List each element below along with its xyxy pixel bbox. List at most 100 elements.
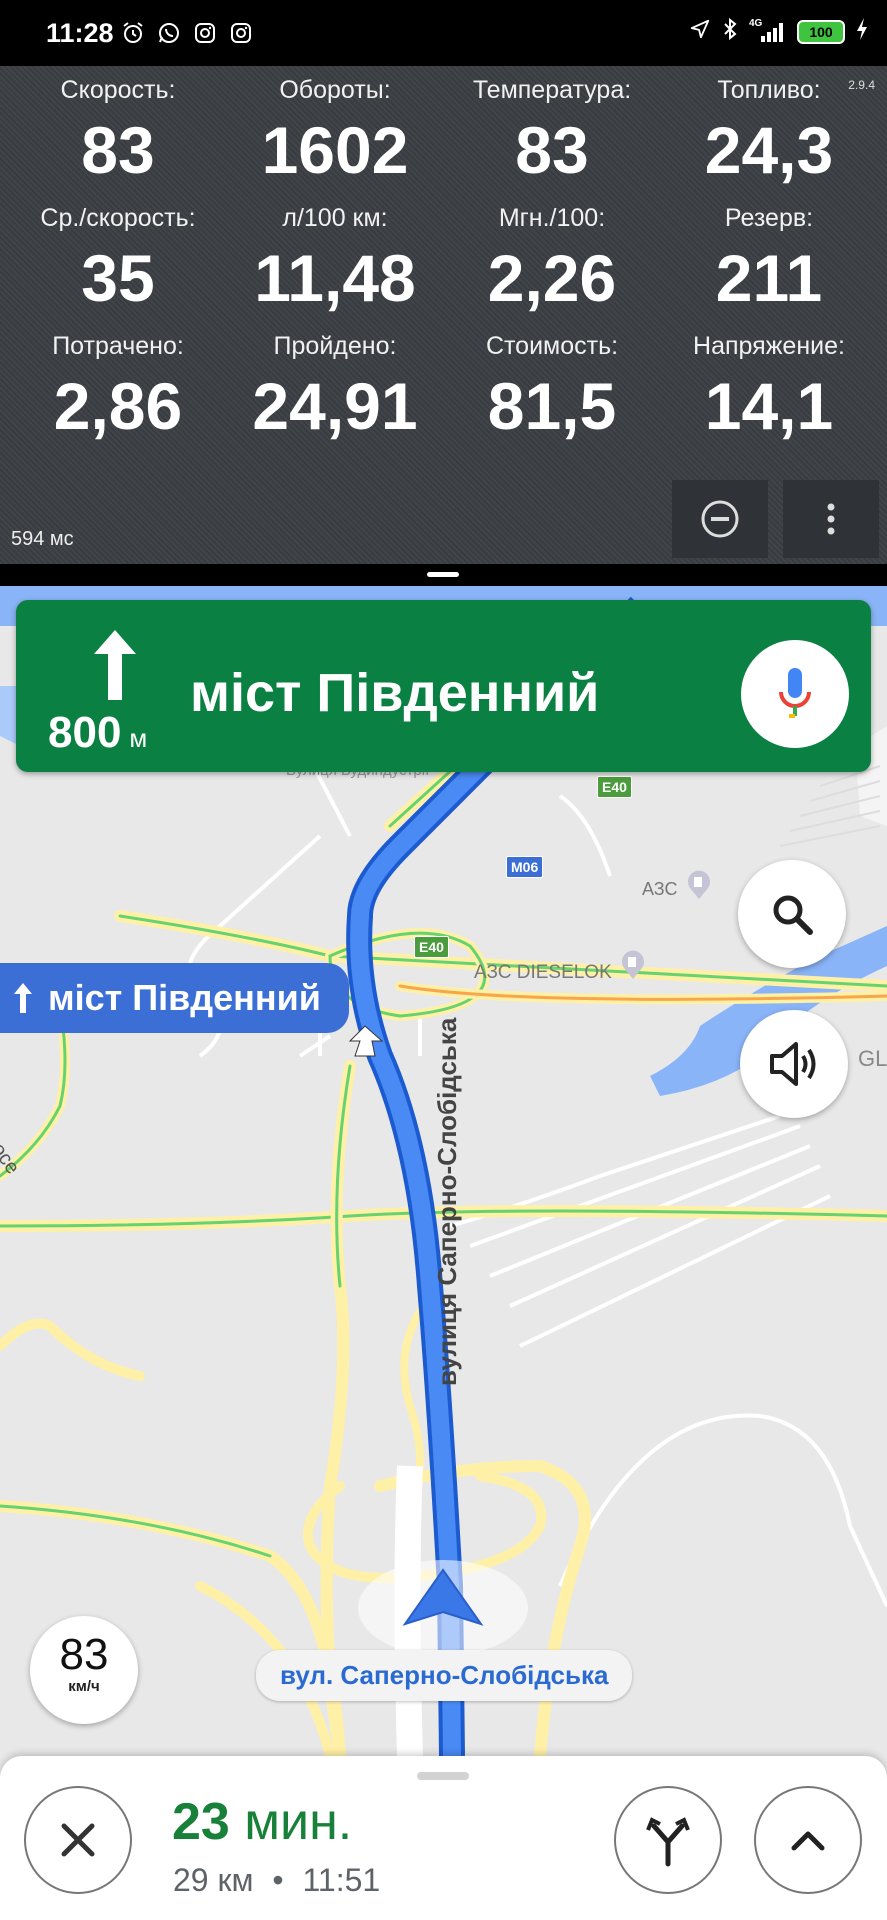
turn-distance: 800 м [48,708,147,758]
route-label-text: міст Південний [48,977,321,1018]
metric-voltage[interactable]: Напряжение: 14,1 [658,332,880,439]
metric-speed[interactable]: Скорость: 83 [7,76,229,183]
metric-value: 2,86 [53,369,183,443]
trip-separator: • [272,1862,284,1898]
metric-rpm[interactable]: Обороты: 1602 [224,76,446,183]
gas-station-icon[interactable] [620,950,646,980]
metric-label: Ср./скорость: [40,204,196,232]
road-shield: E40 [414,936,449,958]
expand-sheet-button[interactable] [754,1786,862,1894]
instagram-icon [192,20,218,46]
poi-label[interactable]: АЗС [642,879,677,900]
eta-value: 23 [172,1793,230,1851]
route-label-chip[interactable]: міст Південний [0,963,349,1033]
distance-unit: м [129,723,148,753]
voice-search-button[interactable] [741,640,849,748]
metric-fuel-used[interactable]: Потрачено: 2,86 [7,332,229,439]
poi-label[interactable]: АЗС DIESELOK [474,962,612,984]
instagram-icon [228,20,254,46]
metric-value: 211 [715,241,823,315]
speed-value: 83 [59,1630,109,1679]
exit-navigation-button[interactable] [24,1786,132,1894]
metric-value: 2,26 [487,241,617,315]
metric-label: Обороты: [279,76,391,104]
metric-label: л/100 км: [282,204,388,232]
location-icon [689,18,711,45]
metric-value: 1602 [261,113,409,187]
split-drag-handle[interactable] [427,572,459,577]
metric-fuel[interactable]: Топливо: 24,3 [658,76,880,183]
speed-unit: км/ч [68,1678,100,1695]
metric-value: 24,3 [704,113,834,187]
metric-value: 14,1 [704,369,834,443]
bluetooth-icon [721,17,739,46]
microphone-icon [779,668,811,718]
metric-range[interactable]: Резерв: 211 [658,204,880,311]
obd-dashboard: 2.9.4 Скорость: 83 Обороты: 1602 Темпера… [0,66,887,564]
road-shield: M06 [506,856,544,878]
close-icon [61,1823,95,1857]
turn-instruction-banner[interactable]: 800 м міст Південний [16,600,871,772]
signal-4g-icon: 4G [749,18,787,44]
metric-value: 81,5 [487,369,617,443]
metric-avg-speed[interactable]: Ср./скорость: 35 [7,204,229,311]
arrival-time: 11:51 [302,1862,381,1898]
status-notification-icons [120,20,254,46]
sound-button[interactable] [740,1010,848,1118]
navigation-arrow-icon [402,1568,484,1626]
current-street-label: вул. Саперно-Слобідська [256,1650,633,1701]
gas-station-icon[interactable] [686,870,712,900]
alternate-routes-button[interactable] [614,1786,722,1894]
status-bar: 11:28 4G 100 [0,0,887,66]
status-system-icons: 4G 100 [689,17,869,46]
straight-arrow-icon [94,630,136,700]
metric-value: 83 [81,113,155,187]
map-label: GL [858,1046,887,1071]
alarm-icon [120,20,146,46]
trip-summary-sheet[interactable]: 23 мин. 29 км • 11:51 [0,1756,887,1920]
metric-label: Потрачено: [52,332,184,360]
metric-value: 35 [81,241,155,315]
battery-icon: 100 [797,19,845,44]
collapse-button[interactable] [672,480,768,558]
speedometer-badge[interactable]: 83 км/ч [30,1616,138,1724]
battery-level: 100 [809,23,833,40]
route-fork-icon [646,1817,690,1867]
arrow-up-icon [14,983,32,1013]
more-vert-icon [827,503,835,535]
more-options-button[interactable] [783,480,879,558]
metric-label: Напряжение: [693,332,845,360]
metric-instant-consumption[interactable]: Мгн./100: 2,26 [441,204,663,311]
metric-label: Пройдено: [273,332,397,360]
eta-unit: мин. [244,1793,353,1851]
sheet-drag-handle[interactable] [417,1772,469,1780]
latency-readout: 594 мс [11,528,74,550]
map-road-label: вулиця Саперно-Слобідська [432,1017,462,1386]
metric-label: Мгн./100: [498,204,606,232]
trip-distance: 29 км [173,1862,254,1898]
metric-temperature[interactable]: Температура: 83 [441,76,663,183]
search-icon [773,895,813,935]
eta-duration: 23 мин. [172,1792,352,1852]
metric-label: Резерв: [724,204,814,232]
distance-value: 800 [48,708,122,757]
metric-value: 83 [515,113,589,187]
next-street: міст Південний [190,663,600,723]
metric-value: 24,91 [252,369,418,443]
road-shield: E40 [597,776,632,798]
volume-icon [770,1042,816,1086]
whatsapp-icon [156,20,182,46]
metric-value: 11,48 [254,241,416,315]
metric-label: Стоимость: [485,332,619,360]
trip-details: 29 км • 11:51 [173,1862,380,1899]
metric-distance[interactable]: Пройдено: 24,91 [224,332,446,439]
status-time: 11:28 [46,18,114,48]
minus-circle-icon [701,500,739,538]
metric-label: Скорость: [60,76,176,104]
metric-label: Топливо: [717,76,821,104]
chevron-up-icon [791,1831,825,1851]
search-button[interactable] [738,860,846,968]
metric-cost[interactable]: Стоимость: 81,5 [441,332,663,439]
metric-consumption[interactable]: л/100 км: 11,48 [224,204,446,311]
metric-label: Температура: [472,76,632,104]
